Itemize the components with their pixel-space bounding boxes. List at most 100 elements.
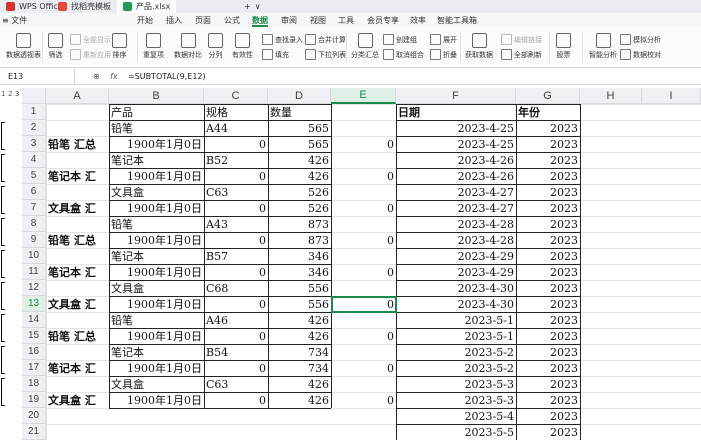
subtotal-date-cell[interactable]: 1900年1月0日 xyxy=(109,168,204,184)
date-cell[interactable]: 2023-5-3 xyxy=(396,376,516,392)
subtotal-label-cell[interactable]: 笔记本 汇 xyxy=(46,168,109,184)
column-header-i[interactable]: I xyxy=(642,88,701,104)
product-cell[interactable]: 笔记本 xyxy=(109,152,204,168)
menu-review[interactable]: 审阅 xyxy=(281,13,297,27)
row-header-1[interactable]: 1 xyxy=(22,104,46,120)
header-qty[interactable]: 数量 xyxy=(268,104,331,120)
row-header-19[interactable]: 19 xyxy=(22,392,46,408)
active-cell-cursor[interactable] xyxy=(331,296,397,313)
qty-cell[interactable]: 565 xyxy=(268,120,331,136)
subtotal-e-cell[interactable]: 0 xyxy=(331,392,396,408)
outline-bracket[interactable] xyxy=(1,186,5,214)
row-header-7[interactable]: 7 xyxy=(22,200,46,216)
subtotal-qty-cell[interactable]: 426 xyxy=(268,392,331,408)
row-header-11[interactable]: 11 xyxy=(22,264,46,280)
subtotal-qty-cell[interactable]: 734 xyxy=(268,360,331,376)
date-cell[interactable]: 2023-4-29 xyxy=(396,264,516,280)
validity-button[interactable]: 有效性 xyxy=(232,33,253,60)
menu-smart-toolbox[interactable]: 智能工具箱 xyxy=(437,13,477,27)
subtotal-e-cell[interactable]: 0 xyxy=(331,200,396,216)
dropdown-list-button[interactable]: 下拉列表 xyxy=(305,49,346,60)
subtotal-e-cell[interactable]: 0 xyxy=(331,264,396,280)
header-year[interactable]: 年份 xyxy=(516,104,580,120)
subtotal-date-cell[interactable]: 1900年1月0日 xyxy=(109,392,204,408)
product-cell[interactable]: 铅笔 xyxy=(109,312,204,328)
subtotal-date-cell[interactable]: 1900年1月0日 xyxy=(109,200,204,216)
refresh-all-button[interactable]: 全部刷新 xyxy=(501,49,542,60)
subtotal-date-cell[interactable]: 1900年1月0日 xyxy=(109,232,204,248)
date-cell[interactable]: 2023-4-25 xyxy=(396,136,516,152)
year-cell[interactable]: 2023 xyxy=(516,296,580,312)
date-cell[interactable]: 2023-4-27 xyxy=(396,200,516,216)
menu-home[interactable]: 开始 xyxy=(137,13,153,27)
expand-button[interactable]: 展开 xyxy=(430,34,457,45)
subtotal-qty-cell[interactable]: 565 xyxy=(268,136,331,152)
year-cell[interactable]: 2023 xyxy=(516,136,580,152)
subtotal-spec-cell[interactable]: 0 xyxy=(204,296,268,312)
subtotal-label-cell[interactable]: 文具盒 汇 xyxy=(46,296,109,312)
column-header-c[interactable]: C xyxy=(204,88,268,104)
reapply-button[interactable]: 重新应用 xyxy=(70,49,111,60)
qty-cell[interactable]: 526 xyxy=(268,184,331,200)
spec-cell[interactable]: C63 xyxy=(204,184,268,200)
qty-cell[interactable]: 556 xyxy=(268,280,331,296)
subtotal-e-cell[interactable]: 0 xyxy=(331,328,396,344)
year-cell[interactable]: 2023 xyxy=(516,168,580,184)
product-cell[interactable]: 铅笔 xyxy=(109,216,204,232)
menu-efficiency[interactable]: 效率 xyxy=(410,13,426,27)
qty-cell[interactable]: 346 xyxy=(268,248,331,264)
split-column-button[interactable]: 分列 xyxy=(208,33,223,60)
date-cell[interactable]: 2023-4-26 xyxy=(396,152,516,168)
year-cell[interactable]: 2023 xyxy=(516,312,580,328)
subtotal-label-cell[interactable]: 铅笔 汇总 xyxy=(46,328,109,344)
spec-cell[interactable]: C68 xyxy=(204,280,268,296)
row-header-16[interactable]: 16 xyxy=(22,344,46,360)
row-header-3[interactable]: 3 xyxy=(22,136,46,152)
tab-workbook[interactable]: 产品.xlsx xyxy=(117,0,177,13)
merge-calc-button[interactable]: 合并计算 xyxy=(305,34,346,45)
product-cell[interactable]: 文具盒 xyxy=(109,376,204,392)
row-header-14[interactable]: 14 xyxy=(22,312,46,328)
subtotal-spec-cell[interactable]: 0 xyxy=(204,200,268,216)
year-cell[interactable]: 2023 xyxy=(516,216,580,232)
outline-bracket[interactable] xyxy=(1,282,5,310)
date-cell[interactable]: 2023-5-4 xyxy=(396,408,516,424)
spec-cell[interactable]: A44 xyxy=(204,120,268,136)
row-header-21[interactable]: 21 xyxy=(22,424,46,440)
fx-icon[interactable]: fx xyxy=(110,68,118,84)
zoom-icon[interactable]: ⊕ xyxy=(93,68,100,84)
menu-tools[interactable]: 工具 xyxy=(338,13,354,27)
subtotal-spec-cell[interactable]: 0 xyxy=(204,232,268,248)
date-cell[interactable]: 2023-5-2 xyxy=(396,344,516,360)
subtotal-spec-cell[interactable]: 0 xyxy=(204,392,268,408)
column-header-d[interactable]: D xyxy=(268,88,331,104)
outline-level-3-button[interactable]: 3 xyxy=(15,90,19,98)
qty-cell[interactable]: 426 xyxy=(268,312,331,328)
qty-cell[interactable]: 873 xyxy=(268,216,331,232)
smart-analysis-button[interactable]: 智能分析 xyxy=(589,33,617,60)
subtotal-date-cell[interactable]: 1900年1月0日 xyxy=(109,296,204,312)
subtotal-qty-cell[interactable]: 556 xyxy=(268,296,331,312)
date-cell[interactable]: 2023-4-28 xyxy=(396,232,516,248)
subtotal-label-cell[interactable]: 笔记本 汇 xyxy=(46,360,109,376)
menu-formula[interactable]: 公式 xyxy=(224,13,240,27)
tab-template[interactable]: 找稻壳模板 xyxy=(52,0,117,13)
outline-level-2-button[interactable]: 2 xyxy=(8,90,12,98)
outline-bracket[interactable] xyxy=(1,346,5,374)
create-group-button[interactable]: 创建组 xyxy=(383,34,417,45)
year-cell[interactable]: 2023 xyxy=(516,280,580,296)
date-cell[interactable]: 2023-4-25 xyxy=(396,120,516,136)
row-header-18[interactable]: 18 xyxy=(22,376,46,392)
name-box[interactable]: E13 xyxy=(0,68,75,84)
subtotal-label-cell[interactable]: 文具盒 汇 xyxy=(46,392,109,408)
product-cell[interactable]: 文具盒 xyxy=(109,184,204,200)
row-header-5[interactable]: 5 xyxy=(22,168,46,184)
spec-cell[interactable]: B52 xyxy=(204,152,268,168)
spec-cell[interactable]: A43 xyxy=(204,216,268,232)
outline-level-1-button[interactable]: 1 xyxy=(1,90,5,98)
row-header-8[interactable]: 8 xyxy=(22,216,46,232)
year-cell[interactable]: 2023 xyxy=(516,360,580,376)
new-tab-button[interactable]: + ∨ xyxy=(238,0,267,13)
subtotal-qty-cell[interactable]: 873 xyxy=(268,232,331,248)
row-header-15[interactable]: 15 xyxy=(22,328,46,344)
